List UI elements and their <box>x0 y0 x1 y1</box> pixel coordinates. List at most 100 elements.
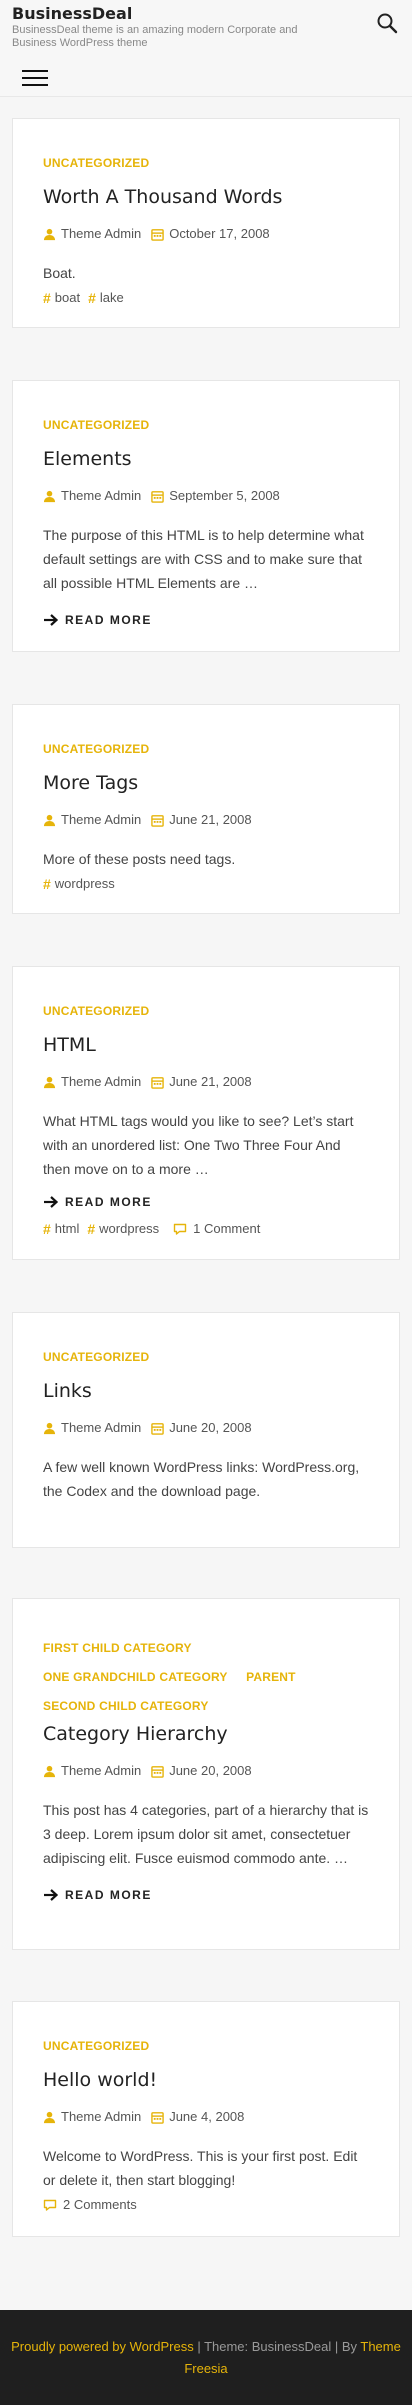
post-worth-a-thousand-words: UNCATEGORIZED Worth A Thousand Words The… <box>12 118 400 328</box>
category-link[interactable]: UNCATEGORIZED <box>43 2038 149 2054</box>
hash-icon: # <box>43 876 51 892</box>
author-link[interactable]: Theme Admin <box>43 487 141 505</box>
arrow-right-icon <box>44 1889 58 1901</box>
post-date: June 21, 2008 <box>169 1074 252 1089</box>
post-tags: # html # wordpress 1 Comment <box>43 1220 369 1238</box>
post-meta: Theme Admin September 5, 2008 <box>43 487 369 505</box>
category-link[interactable]: UNCATEGORIZED <box>43 1003 149 1019</box>
post-category-hierarchy: FIRST CHILD CATEGORY ONE GRANDCHILD CATE… <box>12 1598 400 1950</box>
author-link[interactable]: Theme Admin <box>43 225 141 243</box>
date-link[interactable]: October 17, 2008 <box>151 225 270 243</box>
category-link[interactable]: ONE GRANDCHILD CATEGORY <box>43 1669 228 1685</box>
date-link[interactable]: June 20, 2008 <box>151 1762 252 1780</box>
post-excerpt: The purpose of this HTML is to help dete… <box>43 527 364 591</box>
post-excerpt: This post has 4 categories, part of a hi… <box>43 1802 369 1866</box>
comment-icon <box>173 1223 187 1235</box>
search-icon[interactable] <box>376 12 398 34</box>
category-link[interactable]: PARENT <box>246 1669 296 1685</box>
post-title[interactable]: Worth A Thousand Words <box>43 185 369 209</box>
post-html: UNCATEGORIZED HTML Theme Admin June 21, … <box>12 966 400 1260</box>
user-icon <box>43 1765 56 1777</box>
post-elements: UNCATEGORIZED Elements Theme Admin Septe… <box>12 380 400 652</box>
read-more-link[interactable]: READ MORE <box>43 613 152 627</box>
hamburger-menu-icon[interactable] <box>22 70 48 88</box>
user-icon <box>43 228 56 240</box>
post-date: September 5, 2008 <box>169 488 280 503</box>
post-excerpt: Boat. <box>43 265 76 281</box>
tag-link[interactable]: wordpress <box>99 1220 159 1238</box>
hash-icon: # <box>87 1221 96 1237</box>
calendar-icon <box>151 1076 164 1089</box>
author-name: Theme Admin <box>61 812 142 827</box>
date-link[interactable]: June 21, 2008 <box>151 1073 252 1091</box>
user-icon <box>43 1076 56 1088</box>
post-title[interactable]: HTML <box>43 1033 369 1057</box>
post-excerpt: More of these posts need tags. <box>43 851 236 867</box>
author-link[interactable]: Theme Admin <box>43 2108 141 2126</box>
post-meta: Theme Admin June 20, 2008 <box>43 1762 369 1780</box>
user-icon <box>43 2111 56 2123</box>
post-excerpt: A few well known WordPress links: WordPr… <box>43 1459 360 1499</box>
category-list: FIRST CHILD CATEGORY ONE GRANDCHILD CATE… <box>43 1633 369 1720</box>
comments-count: 2 Comments <box>63 2197 137 2212</box>
comments-link[interactable]: 1 Comment <box>173 1220 260 1238</box>
post-more-tags: UNCATEGORIZED More Tags Theme Admin June… <box>12 704 400 914</box>
tag-link[interactable]: boat <box>55 289 80 307</box>
post-date: June 20, 2008 <box>169 1763 252 1778</box>
calendar-icon <box>151 2111 164 2124</box>
author-link[interactable]: Theme Admin <box>43 1762 141 1780</box>
post-title[interactable]: More Tags <box>43 771 369 795</box>
author-link[interactable]: Theme Admin <box>43 1073 141 1091</box>
author-link[interactable]: Theme Admin <box>43 1419 141 1437</box>
category-link[interactable]: UNCATEGORIZED <box>43 1349 149 1365</box>
category-link[interactable]: UNCATEGORIZED <box>43 155 149 171</box>
menu-bar <box>22 77 48 79</box>
post-date: June 4, 2008 <box>169 2109 245 2124</box>
category-link[interactable]: UNCATEGORIZED <box>43 741 149 757</box>
post-meta: Theme Admin October 17, 2008 <box>43 225 369 243</box>
category-link[interactable]: SECOND CHILD CATEGORY <box>43 1698 209 1714</box>
post-meta: Theme Admin June 21, 2008 <box>43 1073 369 1091</box>
calendar-icon <box>151 228 164 241</box>
post-excerpt: Welcome to WordPress. This is your first… <box>43 2148 358 2188</box>
post-title[interactable]: Category Hierarchy <box>43 1722 369 1746</box>
author-name: Theme Admin <box>61 1420 142 1435</box>
date-link[interactable]: June 20, 2008 <box>151 1419 252 1437</box>
user-icon <box>43 814 56 826</box>
date-link[interactable]: June 4, 2008 <box>151 2108 244 2126</box>
author-link[interactable]: Theme Admin <box>43 811 141 829</box>
comments-count: 1 Comment <box>193 1221 261 1236</box>
author-name: Theme Admin <box>61 1763 142 1778</box>
site-title[interactable]: BusinessDeal <box>12 4 132 23</box>
calendar-icon <box>151 490 164 503</box>
post-title[interactable]: Hello world! <box>43 2068 369 2092</box>
post-footer-meta: 2 Comments <box>43 2196 369 2214</box>
post-meta: Theme Admin June 21, 2008 <box>43 811 369 829</box>
footer-theme-text: | Theme: BusinessDeal | By <box>193 2339 361 2354</box>
date-link[interactable]: June 21, 2008 <box>151 811 252 829</box>
read-more-label: READ MORE <box>65 1888 152 1902</box>
menu-bar <box>22 70 48 72</box>
comments-link[interactable]: 2 Comments <box>43 2196 137 2214</box>
read-more-link[interactable]: READ MORE <box>43 1888 152 1902</box>
calendar-icon <box>151 1422 164 1435</box>
post-date: June 20, 2008 <box>169 1420 252 1435</box>
category-link[interactable]: UNCATEGORIZED <box>43 417 149 433</box>
post-hello-world: UNCATEGORIZED Hello world! Theme Admin J… <box>12 2001 400 2237</box>
tag-link[interactable]: wordpress <box>55 875 115 893</box>
hash-icon: # <box>43 1221 51 1237</box>
tag-link[interactable]: html <box>55 1220 80 1238</box>
post-title[interactable]: Links <box>43 1379 369 1403</box>
post-tags: # boat # lake <box>43 289 369 307</box>
post-excerpt: What HTML tags would you like to see? Le… <box>43 1113 354 1177</box>
date-link[interactable]: September 5, 2008 <box>151 487 280 505</box>
hash-icon: # <box>43 290 51 306</box>
menu-bar <box>22 84 48 86</box>
author-name: Theme Admin <box>61 488 142 503</box>
powered-by-link[interactable]: Proudly powered by WordPress <box>11 2339 194 2354</box>
author-name: Theme Admin <box>61 2109 142 2124</box>
tag-link[interactable]: lake <box>100 289 124 307</box>
category-link[interactable]: FIRST CHILD CATEGORY <box>43 1640 192 1656</box>
post-title[interactable]: Elements <box>43 447 369 471</box>
read-more-link[interactable]: READ MORE <box>43 1195 152 1209</box>
